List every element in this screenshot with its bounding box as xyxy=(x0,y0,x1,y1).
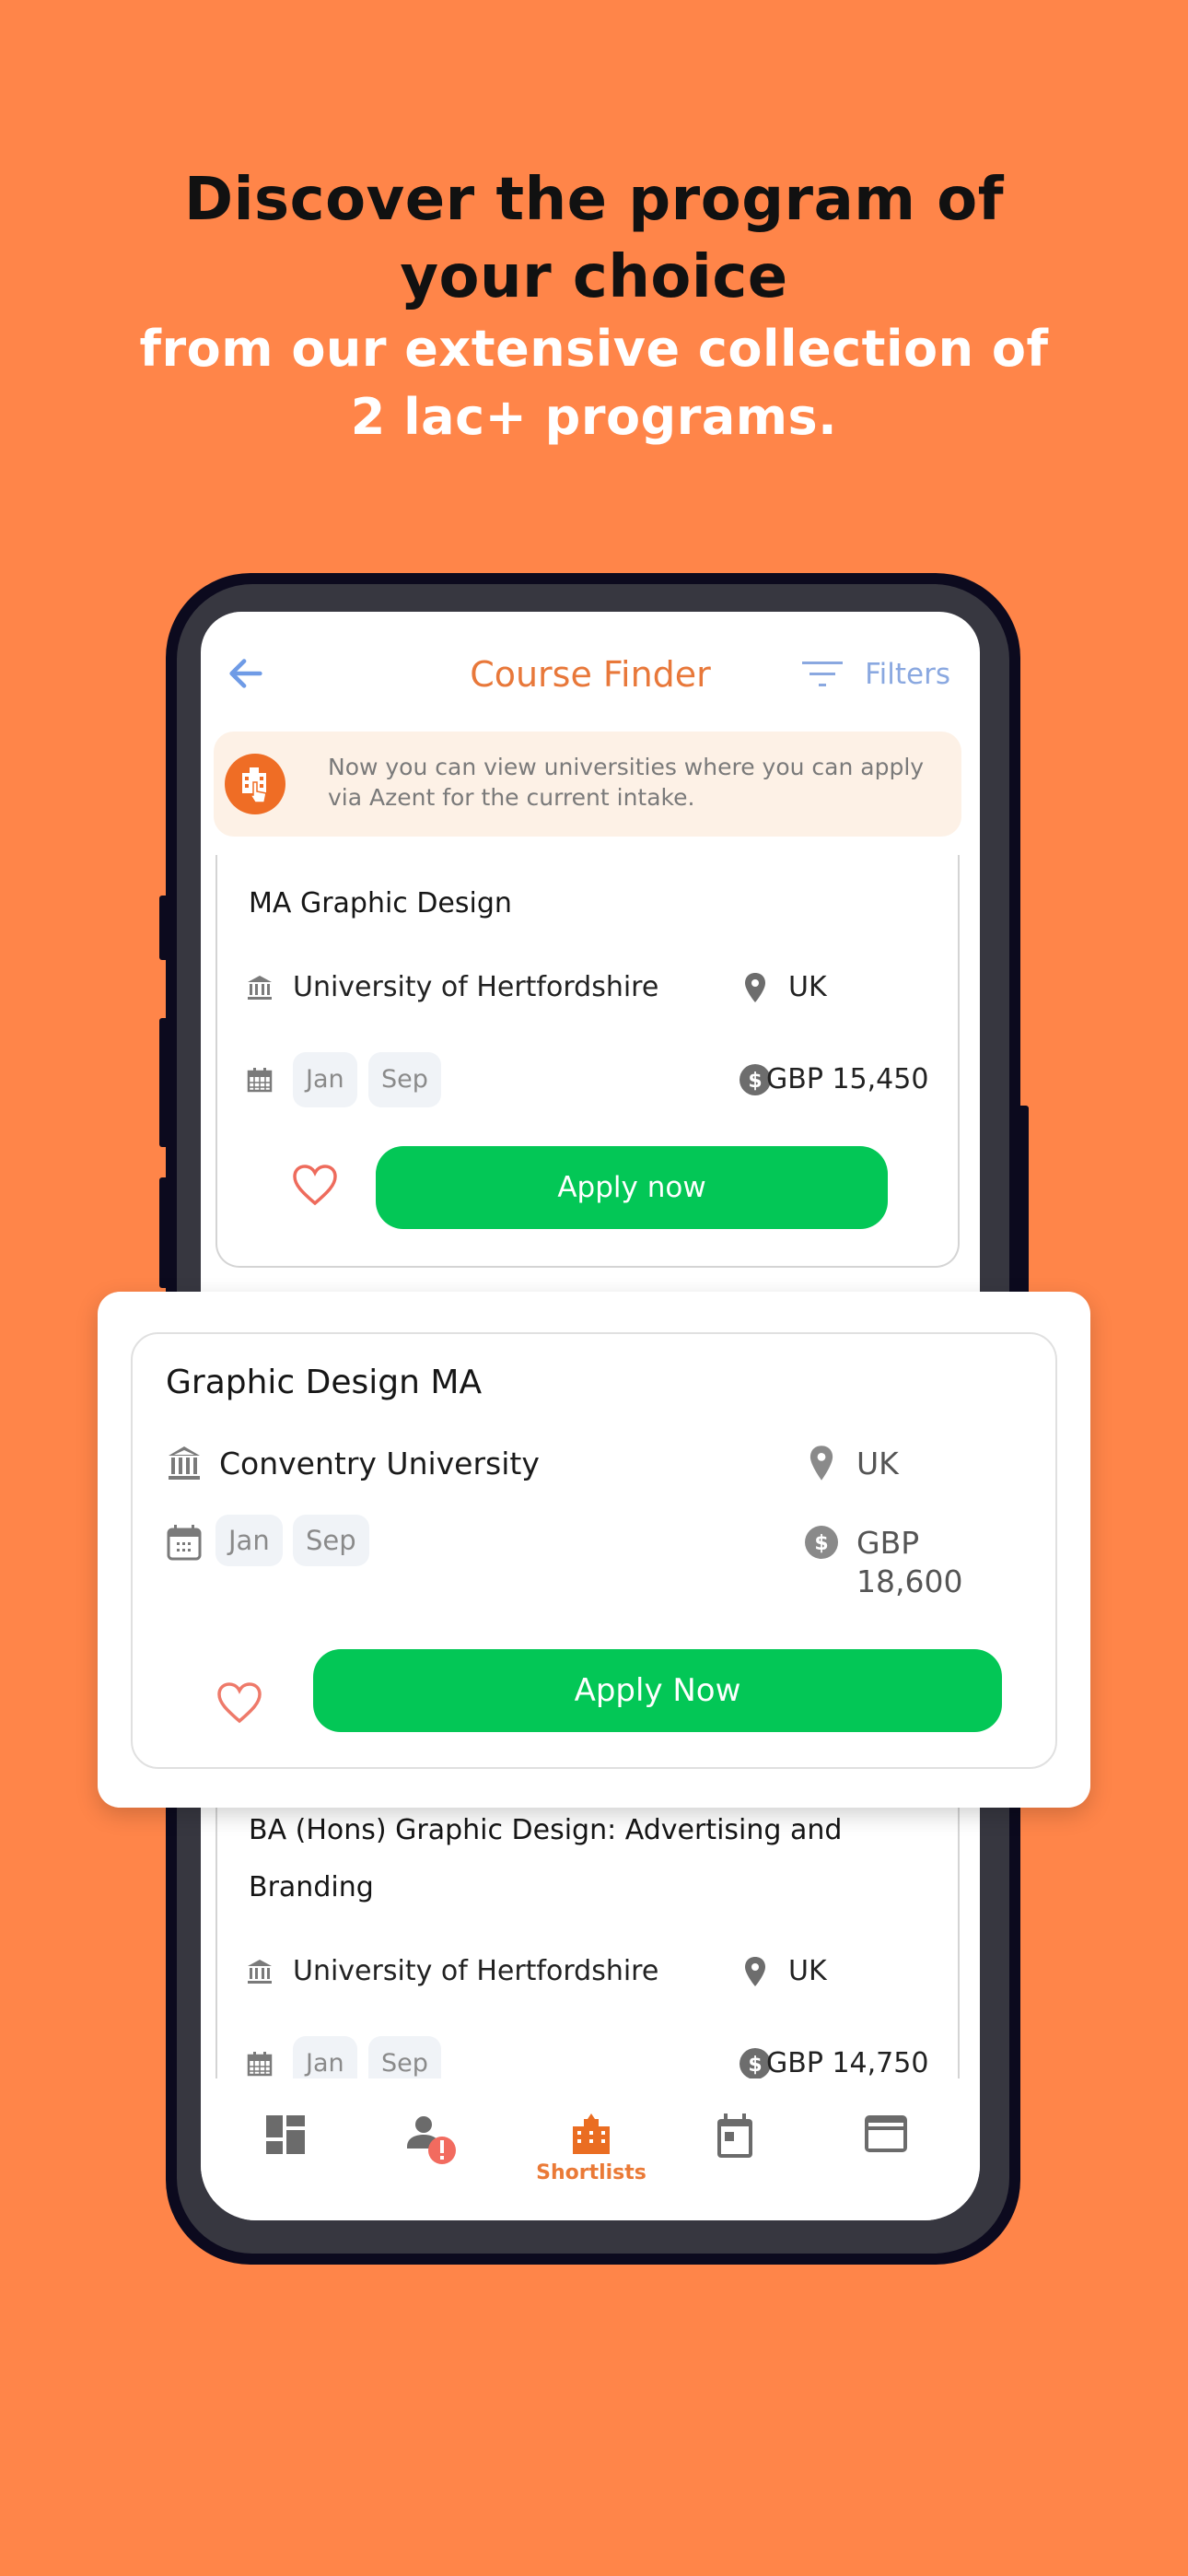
calendar-icon xyxy=(247,2052,273,2077)
university-icon xyxy=(169,1446,200,1480)
filters-button[interactable]: Filters xyxy=(800,652,950,697)
location-pin-icon xyxy=(745,1957,765,1986)
location-pin-icon xyxy=(745,973,765,1002)
course-title: MA Graphic Design xyxy=(249,887,512,919)
university-name: University of Hertfordshire xyxy=(293,1955,659,1987)
country: UK xyxy=(788,1955,827,1987)
nav-label-shortlists: Shortlists xyxy=(536,2161,646,2184)
nav-item-payments[interactable] xyxy=(831,2113,941,2206)
intake-pill: Jan xyxy=(293,1052,357,1107)
heart-icon[interactable] xyxy=(289,1159,341,1211)
headline-line-2: your choice xyxy=(400,243,788,311)
featured-course-card-inner: Graphic Design MA Conventry University U… xyxy=(131,1332,1057,1769)
heart-icon[interactable] xyxy=(214,1677,265,1728)
notice-text: Now you can view universities where you … xyxy=(328,754,925,811)
nav-item-calendar[interactable] xyxy=(680,2113,790,2206)
promo-subline: from our extensive collection of 2 lac+ … xyxy=(0,315,1188,451)
calendar-icon xyxy=(717,2113,752,2158)
nav-item-dashboard[interactable] xyxy=(230,2113,341,2206)
intake-pill: Sep xyxy=(293,1515,369,1566)
nav-item-profile[interactable] xyxy=(379,2113,490,2206)
location-pin-icon xyxy=(809,1446,833,1481)
intake-fee-row: Jan Sep $ GBP 18,600 xyxy=(166,1515,1022,1599)
university-row: Conventry University UK xyxy=(166,1435,1022,1491)
course-card[interactable]: MA Graphic Design University of Hertford… xyxy=(215,855,960,1268)
course-title-line-1: BA (Hons) Graphic Design: Advertising an… xyxy=(249,1814,843,1846)
university-name: University of Hertfordshire xyxy=(293,971,659,1003)
svg-text:$: $ xyxy=(748,1070,762,1093)
filters-label: Filters xyxy=(865,658,950,691)
subline-line-1: from our extensive collection of xyxy=(139,320,1049,378)
building-icon xyxy=(573,2113,610,2154)
svg-text:$: $ xyxy=(814,1532,828,1555)
headline-line-1: Discover the program of xyxy=(183,166,1005,234)
tuition-fee: GBP 15,450 xyxy=(766,1063,929,1095)
university-name: Conventry University xyxy=(219,1446,540,1481)
profile-alert-icon xyxy=(407,2116,456,2164)
promo-headline: Discover the program of your choice xyxy=(0,161,1188,316)
country: UK xyxy=(856,1446,899,1481)
intake-pill: Sep xyxy=(368,1052,441,1107)
bottom-navigation: Shortlists xyxy=(201,2078,980,2220)
filter-icon xyxy=(802,662,844,686)
university-tap-icon xyxy=(225,754,285,814)
apply-now-button[interactable]: Apply Now xyxy=(313,1649,1002,1732)
intake-notice-banner: Now you can view universities where you … xyxy=(214,732,961,837)
intake-fee-row: Jan Sep $ GBP 15,450 xyxy=(245,1052,930,1107)
dollar-circle-icon: $ xyxy=(805,1526,838,1559)
university-icon xyxy=(248,1960,272,1984)
apply-now-button[interactable]: Apply now xyxy=(376,1146,888,1229)
payment-card-icon xyxy=(865,2115,907,2152)
university-row: University of Hertfordshire UK xyxy=(245,960,930,1015)
course-card[interactable]: BA (Hons) Graphic Design: Advertising an… xyxy=(215,1802,960,2091)
country: UK xyxy=(788,971,827,1003)
tuition-fee: GBP 18,600 xyxy=(856,1525,963,1599)
svg-text:$: $ xyxy=(748,2054,762,2077)
featured-course-card[interactable]: Graphic Design MA Conventry University U… xyxy=(98,1292,1090,1808)
university-row: University of Hertfordshire UK xyxy=(245,1944,930,1999)
subline-line-2: 2 lac+ programs. xyxy=(350,388,838,446)
course-title: Graphic Design MA xyxy=(166,1364,483,1401)
course-title-line-2: Branding xyxy=(249,1871,374,1903)
nav-item-shortlists[interactable]: Shortlists xyxy=(536,2113,646,2206)
intake-pill: Jan xyxy=(215,1515,283,1566)
app-header: Course Finder Filters xyxy=(201,612,980,733)
university-icon xyxy=(248,976,272,1000)
calendar-icon xyxy=(247,1068,273,1093)
tuition-fee: GBP 14,750 xyxy=(766,2047,929,2079)
dashboard-icon xyxy=(266,2115,305,2154)
calendar-icon xyxy=(167,1525,202,1561)
